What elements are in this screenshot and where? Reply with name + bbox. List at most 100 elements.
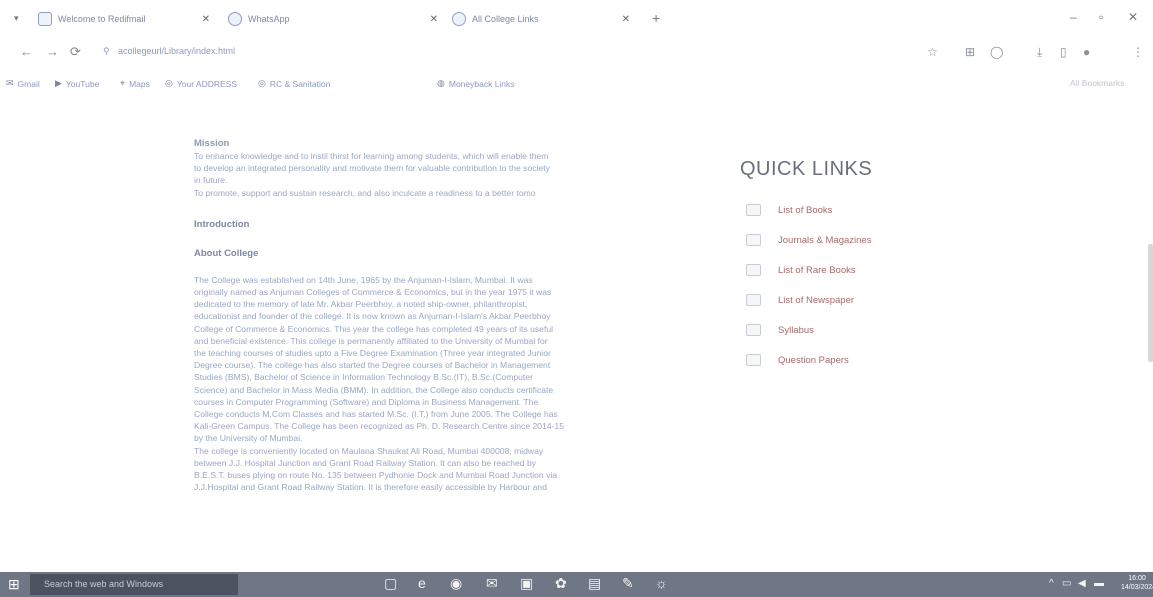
edge-browser-icon[interactable]: e <box>418 575 426 591</box>
site-info-icon[interactable]: ⚲ <box>103 46 110 57</box>
taskbar-clock[interactable]: 16:00 14/03/2024 <box>1121 574 1153 592</box>
whatsapp-favicon-icon <box>228 12 242 26</box>
menu-icon[interactable]: ⋮ <box>1132 45 1144 59</box>
clock-time: 16:00 <box>1128 575 1146 582</box>
bookmark-label: Your ADDRESS <box>176 78 238 89</box>
globe-icon: ◎ <box>165 78 173 88</box>
quick-link-label: List of Rare Books <box>778 264 856 276</box>
close-window-icon[interactable]: ✕ <box>1128 10 1138 24</box>
tab-whatsapp[interactable]: WhatsApp ✕ <box>228 8 438 30</box>
chrome-icon[interactable]: ◉ <box>450 575 462 592</box>
mission-heading: Mission <box>194 138 230 149</box>
store-icon[interactable]: ▣ <box>520 575 533 592</box>
quick-link-label: List of Newspaper <box>778 294 855 306</box>
quick-link-rare-books[interactable]: List of Rare Books <box>740 255 960 285</box>
new-tab-icon[interactable]: + <box>652 10 660 26</box>
folder-icon <box>746 324 761 336</box>
about-line: Studies (BMS), Bachelor of Science in In… <box>194 372 533 383</box>
about-line: College of Commerce & Economics. This ye… <box>194 323 554 334</box>
quick-link-question-papers[interactable]: Question Papers <box>740 345 960 375</box>
about-line: the teaching courses of studies upto a F… <box>194 348 551 359</box>
taskbar-search-box[interactable]: Search the web and Windows <box>30 574 238 595</box>
clock-date: 14/03/2024 <box>1121 584 1153 591</box>
quick-link-label: Question Papers <box>778 354 849 366</box>
about-line: and beneficial existence. This college i… <box>194 335 548 346</box>
settings-app-icon[interactable]: ✿ <box>555 575 567 592</box>
about-line: The college is conveniently located on M… <box>194 445 544 456</box>
gear-icon[interactable]: ☼ <box>655 575 668 591</box>
maps-icon: ⌖ <box>120 78 126 88</box>
volume-icon[interactable]: ◀ <box>1078 578 1086 589</box>
bookmark-label: Moneyback Links <box>448 78 515 89</box>
folder-icon <box>746 294 761 306</box>
tab-label: All College Links <box>472 14 539 24</box>
about-college-heading: About College <box>194 247 259 259</box>
tab-redifmail[interactable]: Welcome to Redifmail ✕ <box>38 8 210 30</box>
quick-links-panel: QUICK LINKS List of Books Journals & Mag… <box>740 158 960 375</box>
quick-link-syllabus[interactable]: Syllabus <box>740 315 960 345</box>
sidepanel-icon[interactable]: ▯ <box>1060 45 1067 59</box>
about-line: by the University of Mumbai. <box>194 433 303 444</box>
extensions-icon[interactable]: ⊞ <box>965 45 975 59</box>
bookmark-label: RC & Sanitation <box>269 78 331 89</box>
address-bar[interactable]: acollegeurl/Library/index.html <box>118 46 235 56</box>
page-scrollbar[interactable] <box>1148 244 1153 362</box>
tab-close-icon[interactable]: ✕ <box>430 14 438 25</box>
quick-link-journals[interactable]: Journals & Magazines <box>740 225 960 255</box>
photos-icon[interactable]: ▤ <box>588 575 601 592</box>
about-line: The College was established on 14th June… <box>194 274 533 285</box>
mail-icon[interactable]: ✉ <box>486 575 498 592</box>
tab-label: Welcome to Redifmail <box>58 14 146 24</box>
about-line: Kali-Green Campus. The College has been … <box>194 421 565 432</box>
bookmark-youtube[interactable]: ▶ YouTube <box>55 78 99 89</box>
about-line: between J.J. Hospital Junction and Grant… <box>194 457 537 468</box>
globe-icon: ◎ <box>258 78 266 88</box>
college-favicon-icon <box>452 12 466 26</box>
download-icon[interactable]: ⤓ <box>1037 45 1042 60</box>
about-line: Degree course). The college has also sta… <box>194 360 551 371</box>
minimize-icon[interactable]: – <box>1070 10 1077 24</box>
back-icon[interactable]: ← <box>20 44 33 59</box>
network-icon[interactable]: ▭ <box>1062 578 1071 589</box>
youtube-icon: ▶ <box>55 78 62 88</box>
bookmark-maps[interactable]: ⌖ Maps <box>120 78 150 89</box>
about-line: originally named as Anjuman Colleges of … <box>194 287 552 298</box>
about-line: J.J.Hospital and Grant Road Railway Stat… <box>194 482 547 493</box>
all-bookmarks[interactable]: All Bookmarks <box>1070 78 1124 88</box>
bookmark-label: Gmail <box>17 78 40 89</box>
bookmark-label: Maps <box>129 78 150 89</box>
notification-icon[interactable]: ▬ <box>1094 578 1104 589</box>
profile-icon[interactable]: ◯ <box>990 45 1003 59</box>
folder-icon <box>746 234 761 246</box>
bookmark-moneyback[interactable]: ◍ Moneyback Links <box>437 78 515 89</box>
office-icon[interactable]: ✎ <box>622 575 634 592</box>
quick-link-newspaper[interactable]: List of Newspaper <box>740 285 960 315</box>
tab-close-icon[interactable]: ✕ <box>202 14 210 25</box>
mission-line: in future. <box>194 175 228 186</box>
tab-college-links[interactable]: All College Links ✕ <box>452 8 630 30</box>
quick-link-label: Journals & Magazines <box>778 234 872 246</box>
gmail-icon: ✉ <box>6 78 14 88</box>
task-view-icon[interactable]: ▢ <box>384 575 397 592</box>
tab-close-icon[interactable]: ✕ <box>622 14 630 25</box>
translate-icon[interactable]: ☆ <box>927 45 938 59</box>
about-college-text: The College was established on 14th June… <box>194 274 690 494</box>
bookmark-your-address[interactable]: ◎ Your ADDRESS <box>165 78 237 89</box>
tab-label: WhatsApp <box>248 14 290 24</box>
folder-icon <box>746 354 761 366</box>
bookmark-gmail[interactable]: ✉ Gmail <box>6 78 40 89</box>
about-line: B.E.S.T. buses plying on route No. 135 b… <box>194 470 558 481</box>
quick-links-title: QUICK LINKS <box>740 158 873 180</box>
windows-start-icon[interactable]: ⊞ <box>8 576 25 593</box>
quick-link-list-of-books[interactable]: List of Books <box>740 195 960 225</box>
bookmark-rc[interactable]: ◎ RC & Sanitation <box>258 78 330 89</box>
quick-link-label: Syllabus <box>778 324 814 336</box>
main-content: Mission To enhance knowledge and to inst… <box>194 138 690 493</box>
forward-icon[interactable]: → <box>46 44 59 59</box>
tray-chevron-icon[interactable]: ^ <box>1049 578 1054 589</box>
tab-search-chevron-icon[interactable]: ▾ <box>14 13 19 24</box>
account-icon[interactable]: ● <box>1083 45 1090 59</box>
maximize-icon[interactable]: ▫ <box>1099 10 1103 24</box>
reload-icon[interactable]: ⟳ <box>70 44 81 60</box>
about-line: College conducts M.Com Classes and has s… <box>194 409 558 420</box>
